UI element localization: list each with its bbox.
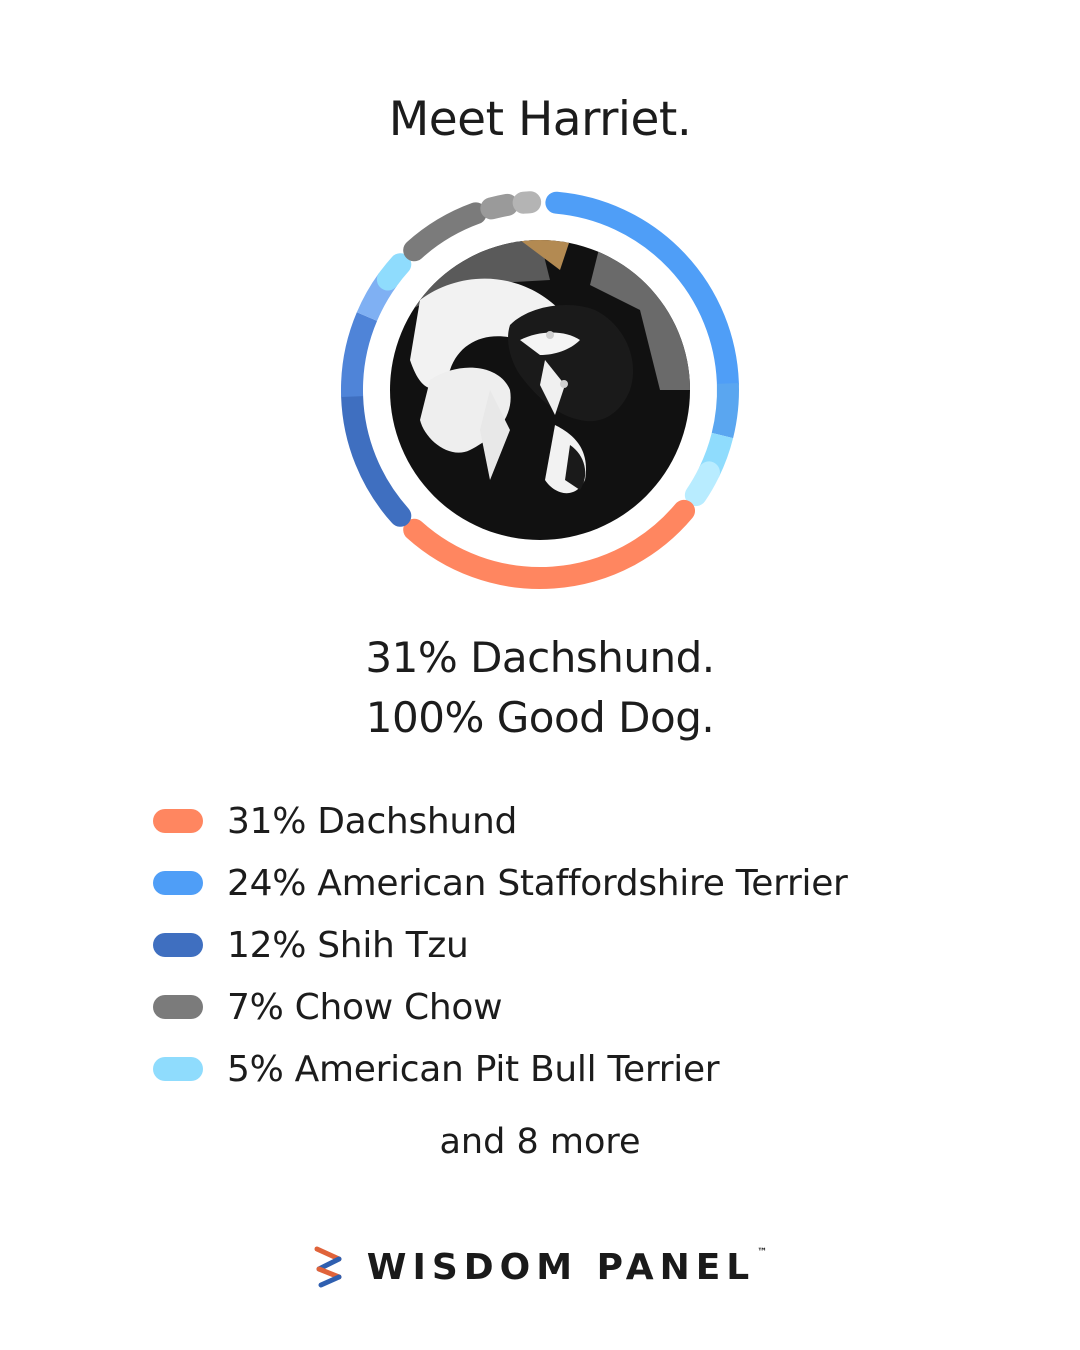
ring-segment-minor-light-blue xyxy=(376,253,412,291)
legend-swatch xyxy=(153,1057,203,1081)
ring-segment-chow-chow xyxy=(403,202,487,262)
legend-swatch xyxy=(153,933,203,957)
legend-swatch xyxy=(153,871,203,895)
legend-swatch xyxy=(153,995,203,1019)
legend-item-american-staffordshire-terrier: 24% American Staffordshire Terrier xyxy=(153,852,848,914)
more-breeds-text: and 8 more xyxy=(439,1122,641,1162)
page-title: Meet Harriet. xyxy=(388,92,692,147)
dog-photo xyxy=(390,240,690,540)
wisdom-panel-logo-icon xyxy=(314,1246,342,1288)
ring-segment-american-staffordshire-terrier-2 xyxy=(711,383,739,439)
legend-label: 7% Chow Chow xyxy=(227,986,503,1028)
breed-ring-svg xyxy=(341,191,739,589)
ring-segment-minor-cyan xyxy=(684,461,720,507)
legend-item-shih-tzu: 12% Shih Tzu xyxy=(153,914,848,976)
tagline-secondary: 100% Good Dog. xyxy=(365,693,715,742)
legend-label: 12% Shih Tzu xyxy=(227,924,469,966)
legend-label: 5% American Pit Bull Terrier xyxy=(227,1048,720,1090)
legend-swatch xyxy=(153,809,203,833)
legend-item-chow-chow: 7% Chow Chow xyxy=(153,976,848,1038)
tagline: 31% Dachshund. 100% Good Dog. xyxy=(0,628,1080,748)
legend-item-american-pit-bull-terrier: 5% American Pit Bull Terrier xyxy=(153,1038,848,1100)
ring-segment-minor-blue xyxy=(341,312,378,397)
brand-footer: WISDOM PANEL ™ xyxy=(0,1245,1080,1289)
tagline-primary: 31% Dachshund. xyxy=(365,633,715,682)
legend-label: 24% American Staffordshire Terrier xyxy=(227,862,848,904)
legend-item-dachshund: 31% Dachshund xyxy=(153,790,848,852)
breed-donut-chart xyxy=(340,190,740,590)
breed-legend: 31% Dachshund 24% American Staffordshire… xyxy=(153,790,848,1100)
legend-label: 31% Dachshund xyxy=(227,800,518,842)
brand-name: WISDOM PANEL ™ xyxy=(366,1246,768,1288)
ring-segment-minor-gray-1 xyxy=(480,193,519,220)
